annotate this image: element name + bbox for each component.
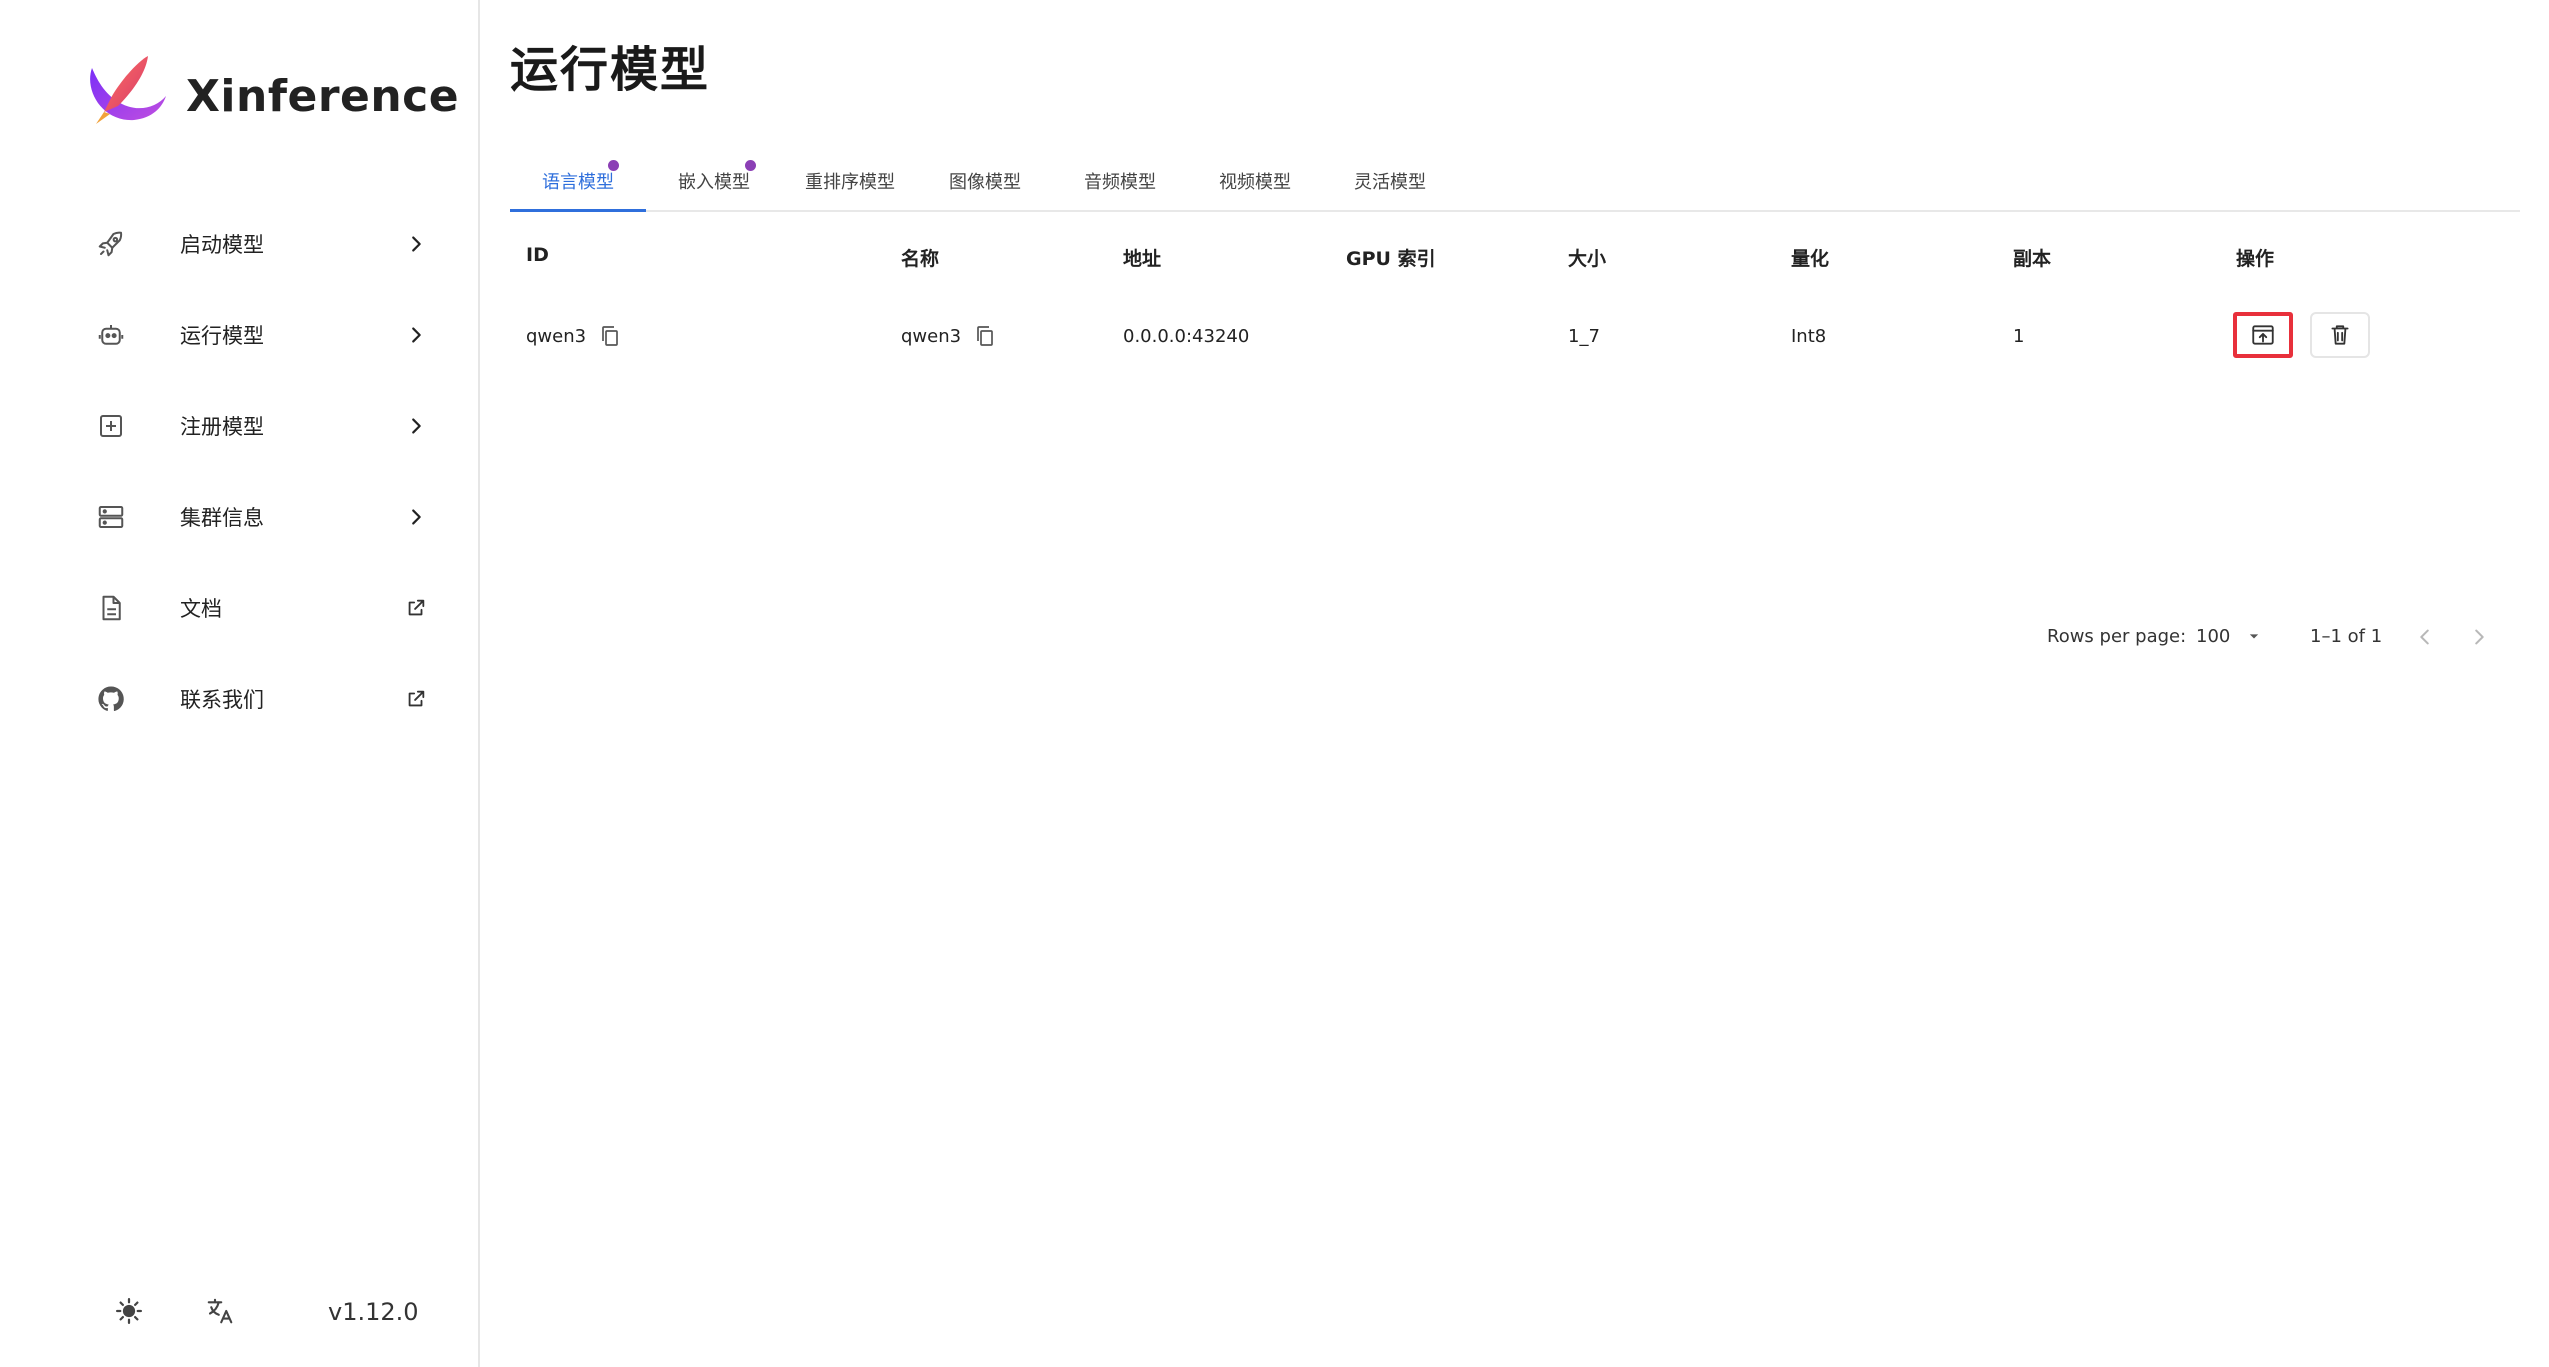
copy-id-button[interactable] [594, 320, 626, 352]
column-header-actions: 操作 [2236, 248, 2275, 270]
delete-model-button[interactable] [2310, 312, 2370, 358]
tab-flexible-models[interactable]: 灵活模型 [1322, 150, 1458, 212]
tab-label: 重排序模型 [805, 172, 895, 193]
cell-id: qwen3 [526, 326, 587, 347]
rows-per-page-value: 100 [2196, 625, 2231, 647]
chevron-left-icon [2420, 629, 2429, 645]
chevron-right-icon [404, 323, 428, 347]
cell-address: 0.0.0.0:43240 [1123, 326, 1250, 347]
sidebar-item-label: 运行模型 [180, 323, 264, 348]
sidebar-item-label: 文档 [180, 596, 222, 621]
column-header-size: 大小 [1568, 248, 1607, 270]
sun-icon[interactable] [112, 1294, 146, 1328]
column-header-replica: 副本 [2013, 248, 2052, 270]
previous-page-button[interactable] [2408, 620, 2442, 654]
sidebar-item-docs[interactable]: 文档 [0, 562, 480, 653]
cell-name: qwen3 [901, 326, 962, 347]
sidebar-item-launch-model[interactable]: 启动模型 [0, 198, 480, 289]
page-title: 运行模型 [510, 42, 711, 98]
sidebar-item-label: 集群信息 [180, 505, 264, 530]
tab-label: 语言模型 [542, 172, 614, 193]
sidebar-item-label: 启动模型 [180, 232, 264, 257]
tab-label: 音频模型 [1084, 172, 1156, 193]
tab-indicator [510, 209, 646, 212]
sidebar: Xinference 启动模型 运行模型 注册模型 集群信息 文档 联系我们 v… [0, 0, 480, 1367]
sidebar-item-label: 联系我们 [180, 687, 264, 712]
robot-icon [96, 320, 126, 350]
tab-label: 视频模型 [1219, 172, 1291, 193]
sidebar-item-cluster-info[interactable]: 集群信息 [0, 471, 480, 562]
tab-label: 嵌入模型 [678, 172, 750, 193]
translate-icon[interactable] [203, 1294, 237, 1328]
tab-image-models[interactable]: 图像模型 [918, 150, 1052, 212]
cell-size: 1_7 [1568, 326, 1600, 347]
tab-embedding-models[interactable]: 嵌入模型 [646, 150, 782, 212]
table-header: ID 名称 地址 GPU 索引 大小 量化 副本 操作 [510, 222, 2520, 292]
rocket-icon [96, 229, 126, 259]
trash-icon [2331, 325, 2349, 345]
sidebar-item-register-model[interactable]: 注册模型 [0, 380, 480, 471]
status-dot [608, 160, 619, 171]
column-header-address: 地址 [1123, 248, 1162, 270]
status-dot [745, 160, 756, 171]
document-icon [96, 593, 126, 623]
chevron-right-icon [2475, 629, 2484, 645]
chevron-right-icon [404, 414, 428, 438]
sidebar-item-label: 注册模型 [180, 414, 264, 439]
xinference-logo-icon [82, 50, 170, 142]
column-header-id: ID [526, 244, 549, 266]
cell-quantization: Int8 [1791, 326, 1827, 347]
brand[interactable]: Xinference [82, 50, 459, 142]
open-model-button[interactable] [2233, 312, 2293, 358]
copy-name-button[interactable] [969, 320, 1001, 352]
column-header-quantization: 量化 [1791, 248, 1830, 270]
main-content: 运行模型 语言模型 嵌入模型 重排序模型 图像模型 音频模型 视频模型 灵活模型… [482, 0, 2549, 1367]
column-header-name: 名称 [901, 248, 940, 270]
sidebar-footer: v1.12.0 [0, 1286, 480, 1336]
cell-replica: 1 [2013, 326, 2025, 347]
version-label: v1.12.0 [328, 1298, 419, 1326]
tab-language-models[interactable]: 语言模型 [510, 150, 646, 212]
tab-audio-models[interactable]: 音频模型 [1052, 150, 1188, 212]
app-window: Xinference 启动模型 运行模型 注册模型 集群信息 文档 联系我们 v… [0, 0, 2549, 1367]
sidebar-item-contact-us[interactable]: 联系我们 [0, 653, 480, 744]
server-icon [96, 502, 126, 532]
brand-name: Xinference [186, 70, 460, 122]
external-link-icon [404, 687, 428, 711]
add-box-icon [96, 411, 126, 441]
copy-icon [602, 326, 618, 346]
github-icon [96, 684, 126, 714]
chevron-right-icon [404, 232, 428, 256]
rows-per-page-label: Rows per page: [2047, 626, 2187, 647]
rows-per-page-select[interactable]: 100 [2196, 618, 2264, 654]
column-header-gpu-index: GPU 索引 [1346, 248, 1436, 270]
tab-video-models[interactable]: 视频模型 [1188, 150, 1322, 212]
tab-label: 图像模型 [949, 172, 1021, 193]
copy-icon [977, 326, 993, 346]
model-type-tabs: 语言模型 嵌入模型 重排序模型 图像模型 音频模型 视频模型 灵活模型 [510, 150, 2520, 212]
pagination-range: 1–1 of 1 [2310, 626, 2383, 647]
running-models-table: ID 名称 地址 GPU 索引 大小 量化 副本 操作 qwen3 qwen3 [510, 222, 2520, 647]
chevron-right-icon [404, 505, 428, 529]
table-pagination: Rows per page: 100 1–1 of 1 [510, 612, 2520, 662]
open-in-browser-icon [2252, 325, 2274, 345]
tab-rerank-models[interactable]: 重排序模型 [782, 150, 918, 212]
sidebar-item-running-models[interactable]: 运行模型 [0, 289, 480, 380]
sidebar-nav: 启动模型 运行模型 注册模型 集群信息 文档 联系我们 [0, 198, 480, 744]
caret-down-icon [2250, 634, 2259, 639]
next-page-button[interactable] [2462, 620, 2496, 654]
external-link-icon [404, 596, 428, 620]
tab-label: 灵活模型 [1354, 172, 1426, 193]
